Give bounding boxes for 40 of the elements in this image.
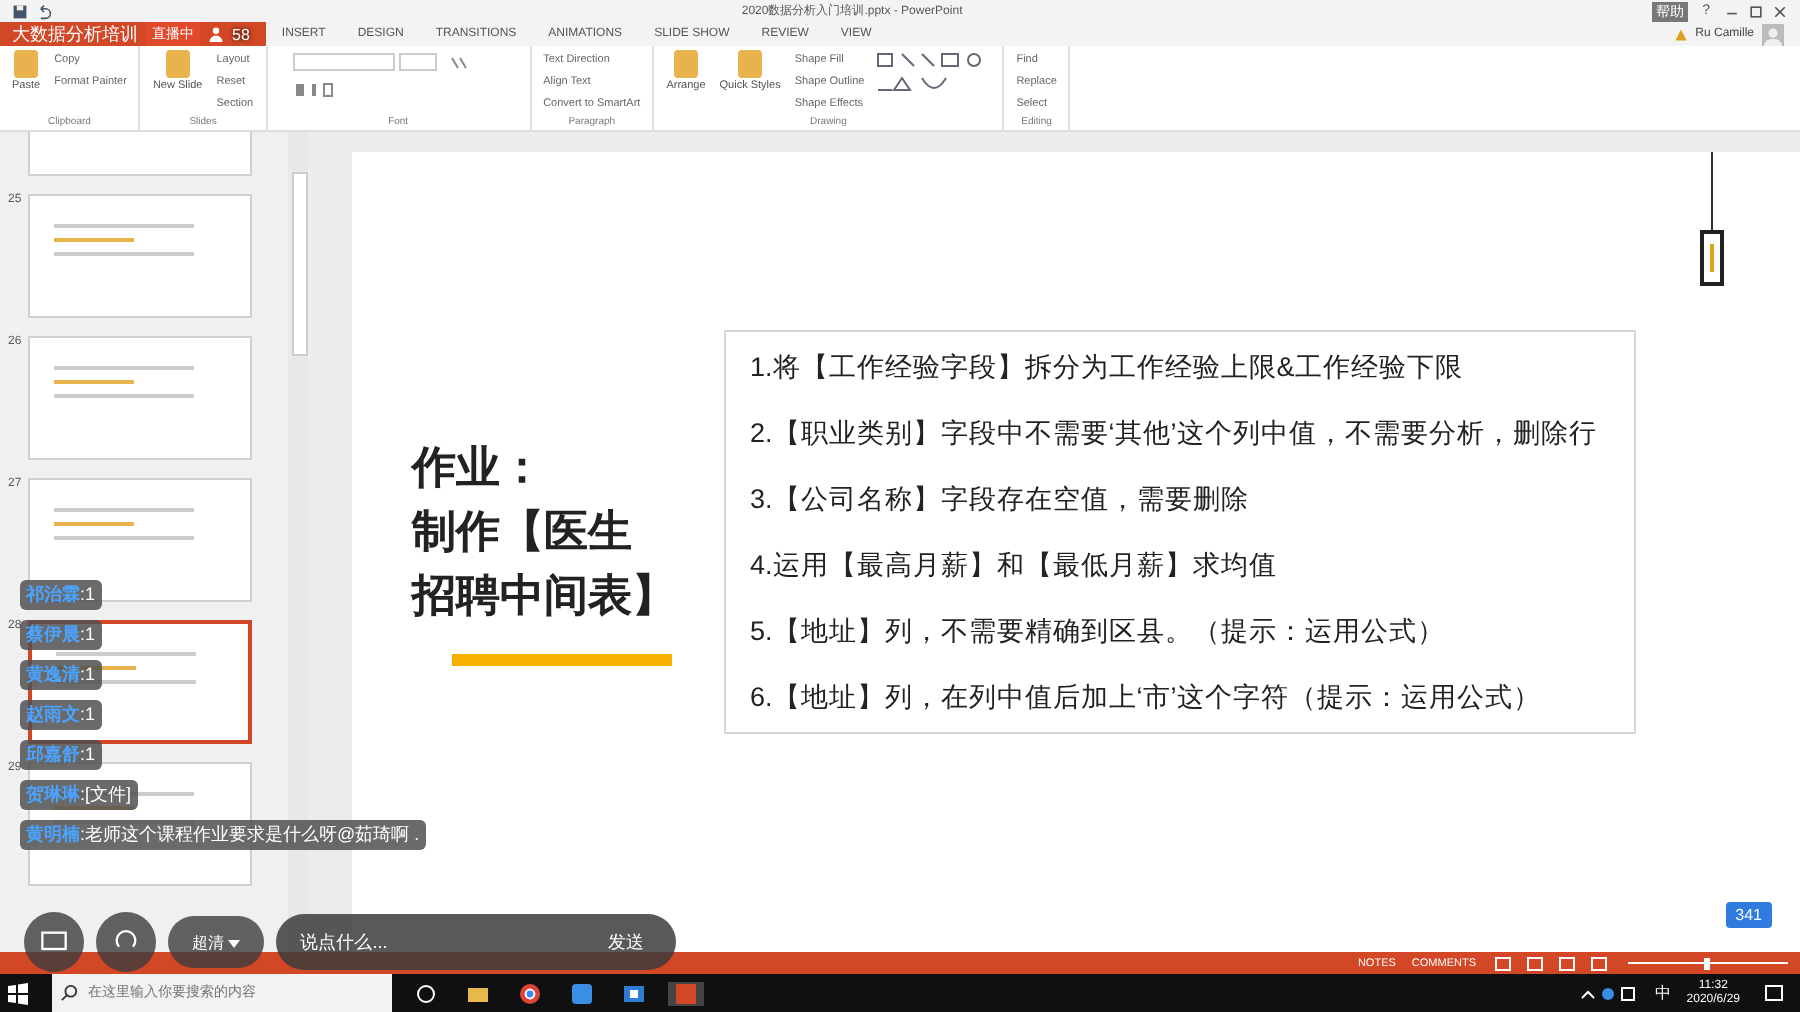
send-button[interactable]: 发送 [596, 927, 657, 957]
close-icon[interactable] [1772, 3, 1788, 19]
chat-message: 祁治霖:1 [20, 580, 102, 610]
chat-message: 蔡伊晨:1 [20, 620, 102, 650]
task-text: 3.【公司名称】字段存在空值，需要删除 [750, 482, 1251, 518]
search-icon [60, 984, 78, 1002]
maximize-icon[interactable] [1748, 3, 1764, 19]
view-buttons-icon[interactable] [1492, 955, 1612, 971]
caret-icon [228, 939, 241, 947]
chat-message: 贺琳琳:[文件] [20, 780, 138, 810]
screen-icon [40, 928, 68, 956]
powerpoint-icon[interactable] [668, 981, 704, 1005]
viewers-icon [208, 26, 224, 42]
task-text: 4.运用【最高月薪】和【最低月薪】求均值 [750, 548, 1279, 584]
scroll-thumb[interactable] [292, 172, 308, 356]
tray-icons[interactable] [1578, 983, 1639, 1003]
slide-title: 作业： [412, 440, 546, 496]
counter-badge: 341 [1725, 902, 1772, 928]
slide-title: 招聘中间表】 [412, 568, 678, 624]
chat-message: 邱嘉舒:1 [20, 740, 102, 770]
chat-message: 黄逸清:1 [20, 660, 102, 690]
task-text: 6.【地址】列，在列中值后加上‘市’这个字符（提示：运用公式） [750, 680, 1543, 716]
task-text: 1.将【工作经验字段】拆分为工作经验上限&工作经验下限 [750, 350, 1465, 386]
viewer-count: 58 [232, 25, 250, 43]
comment-box[interactable]: 说点什么... 发送 [276, 914, 677, 970]
zoom-thumb[interactable] [1704, 957, 1710, 969]
undo-icon[interactable] [36, 3, 52, 19]
slide-title: 制作【医生 [412, 504, 634, 560]
comment-field[interactable]: 说点什么... [296, 930, 597, 954]
task-text: 5.【地址】列，不需要精确到区县。（提示：运用公式） [750, 614, 1447, 650]
chat-message: 赵雨文:1 [20, 700, 102, 730]
warning-icon [1673, 27, 1688, 41]
stream-title: 大数据分析培训 [12, 21, 138, 47]
screen-share-button[interactable] [24, 912, 84, 972]
rotate-button[interactable] [96, 912, 156, 972]
task-text: 2.【职业类别】字段中不需要‘其他’这个列中值，不需要分析，删除行 [750, 416, 1599, 452]
quality-dropdown[interactable]: 超清 [168, 916, 265, 968]
input-method-indicator[interactable]: 中 [1654, 982, 1671, 1004]
chat-message: 黄明楠:老师这个课程作业要求是什么呀@茹琦啊 . [20, 820, 426, 850]
save-icon[interactable] [12, 3, 28, 19]
